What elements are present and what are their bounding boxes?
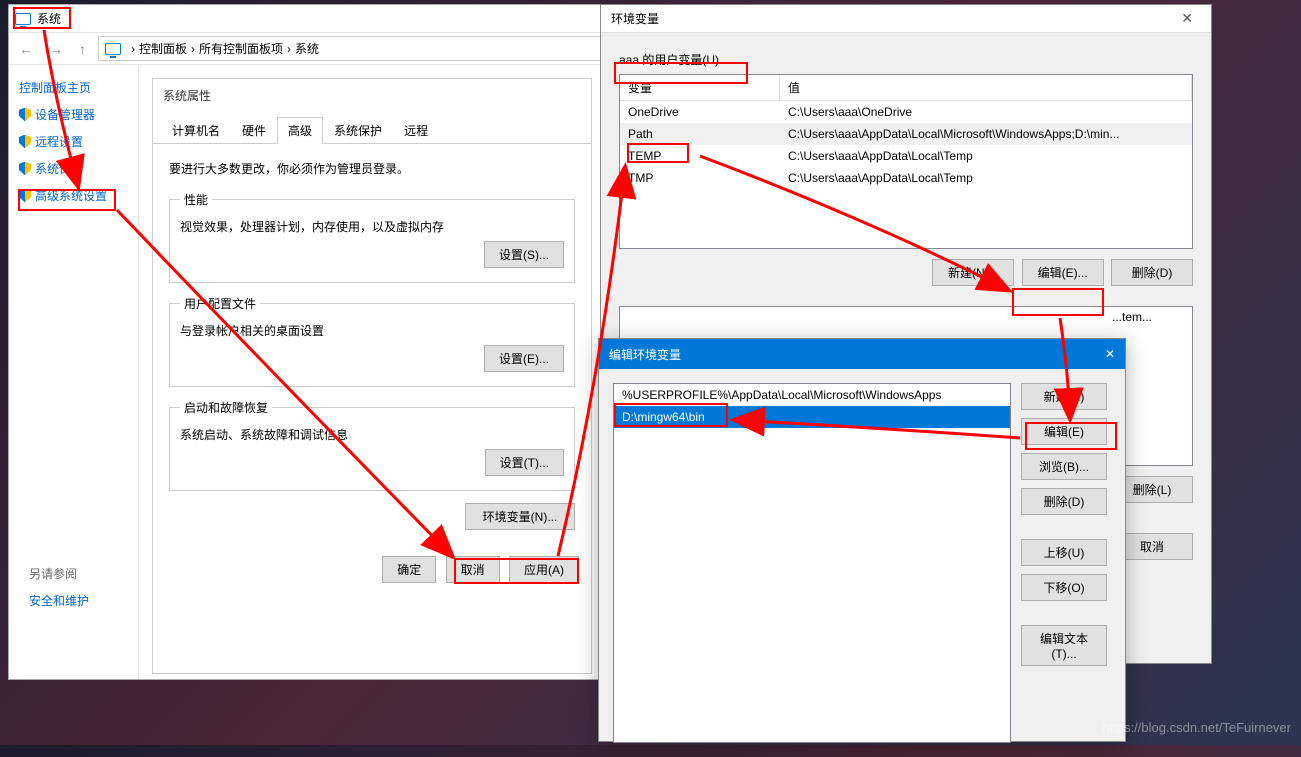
props-title: 系统属性 (153, 79, 591, 111)
edit-up-button[interactable]: 上移(U) (1021, 539, 1107, 566)
list-row[interactable]: OneDrive C:\Users\aaa\OneDrive (620, 101, 1192, 123)
edit-edit-button[interactable]: 编辑(E) (1021, 418, 1107, 445)
tab-remote[interactable]: 远程 (393, 117, 439, 143)
tab-advanced[interactable]: 高级 (277, 117, 323, 144)
tab-computer[interactable]: 计算机名 (161, 117, 231, 143)
shield-icon (19, 162, 31, 176)
monitor-icon (105, 43, 121, 55)
ok-button[interactable]: 确定 (382, 556, 436, 583)
edit-env-dialog: 编辑环境变量 ✕ %USERPROFILE%\AppData\Local\Mic… (598, 338, 1126, 742)
userprofile-legend: 用户配置文件 (180, 295, 260, 312)
apply-button[interactable]: 应用(A) (509, 556, 579, 583)
tab-hardware[interactable]: 硬件 (231, 117, 277, 143)
list-row[interactable]: Path C:\Users\aaa\AppData\Local\Microsof… (620, 123, 1192, 145)
col-variable[interactable]: 变量 (620, 75, 780, 100)
recovery-desc: 系统启动、系统故障和调试信息 (180, 426, 564, 443)
user-vars-list[interactable]: 变量 值 OneDrive C:\Users\aaa\OneDrive Path… (619, 74, 1193, 249)
shield-icon (19, 189, 31, 203)
col-value[interactable]: 值 (780, 75, 1192, 100)
path-entries-list[interactable]: %USERPROFILE%\AppData\Local\Microsoft\Wi… (613, 383, 1011, 743)
sidebar-home[interactable]: 控制面板主页 (19, 79, 128, 96)
close-icon[interactable]: ✕ (1173, 8, 1201, 29)
user-vars-label: aaa 的用户变量(U) (619, 51, 1193, 68)
edit-title: 编辑环境变量 (609, 346, 681, 363)
sidebar-protect[interactable]: 系统保护 (19, 160, 128, 177)
crumb-cp[interactable]: 控制面板 (139, 40, 187, 57)
system-properties-dialog: 系统属性 计算机名 硬件 高级 系统保护 远程 要进行大多数更改，你必须作为管理… (152, 78, 592, 674)
env-title: 环境变量 (611, 10, 659, 27)
edit-titlebar: 编辑环境变量 ✕ (599, 339, 1125, 369)
list-row[interactable]: TEMP C:\Users\aaa\AppData\Local\Temp (620, 145, 1192, 167)
userprofile-desc: 与登录帐户相关的桌面设置 (180, 322, 564, 339)
perf-settings-button[interactable]: 设置(S)... (484, 241, 564, 268)
cancel-button[interactable]: 取消 (446, 556, 500, 583)
crumb-all[interactable]: 所有控制面板项 (199, 40, 283, 57)
sidebar-remote[interactable]: 远程设置 (19, 133, 128, 150)
perf-legend: 性能 (180, 191, 212, 208)
edit-new-button[interactable]: 新建(N) (1021, 383, 1107, 410)
user-delete-button[interactable]: 删除(D) (1111, 259, 1193, 286)
shield-icon (19, 135, 31, 149)
edit-down-button[interactable]: 下移(O) (1021, 574, 1107, 601)
list-item[interactable]: %USERPROFILE%\AppData\Local\Microsoft\Wi… (614, 384, 1010, 406)
edit-delete-button[interactable]: 删除(D) (1021, 488, 1107, 515)
sidebar: 控制面板主页 设备管理器 远程设置 系统保护 高级系统设置 另请参阅 安全和维护 (9, 65, 139, 679)
edit-text-button[interactable]: 编辑文本(T)... (1021, 625, 1107, 666)
perf-desc: 视觉效果，处理器计划，内存使用，以及虚拟内存 (180, 218, 564, 235)
user-new-button[interactable]: 新建(N)... (932, 259, 1014, 286)
watermark: https://blog.csdn.net/TeFuirnever (1102, 720, 1291, 735)
admin-note: 要进行大多数更改，你必须作为管理员登录。 (169, 160, 575, 177)
recovery-settings-button[interactable]: 设置(T)... (485, 449, 564, 476)
up-arrow-icon[interactable]: ↑ (75, 41, 90, 57)
edit-browse-button[interactable]: 浏览(B)... (1021, 453, 1107, 480)
recovery-legend: 启动和故障恢复 (180, 399, 272, 416)
close-icon[interactable]: ✕ (1105, 347, 1115, 361)
forward-arrow-icon[interactable]: → (45, 41, 67, 57)
list-item[interactable]: D:\mingw64\bin (614, 406, 1010, 428)
list-row[interactable]: TMP C:\Users\aaa\AppData\Local\Temp (620, 167, 1192, 189)
user-edit-button[interactable]: 编辑(E)... (1022, 259, 1104, 286)
shield-icon (19, 108, 31, 122)
props-tabs: 计算机名 硬件 高级 系统保护 远程 (153, 111, 591, 144)
env-titlebar: 环境变量 ✕ (601, 5, 1211, 33)
tab-protect[interactable]: 系统保护 (323, 117, 393, 143)
sidebar-advanced[interactable]: 高级系统设置 (19, 187, 128, 204)
userprofile-settings-button[interactable]: 设置(E)... (484, 345, 564, 372)
sidebar-devmgr[interactable]: 设备管理器 (19, 106, 128, 123)
env-vars-button[interactable]: 环境变量(N)... (465, 503, 575, 530)
also-see-label: 另请参阅 (29, 565, 89, 582)
sidebar-secmaint[interactable]: 安全和维护 (29, 592, 89, 609)
crumb-sys[interactable]: 系统 (295, 40, 319, 57)
system-title: 系统 (37, 10, 61, 27)
back-arrow-icon[interactable]: ← (15, 41, 37, 57)
monitor-icon (15, 13, 31, 25)
